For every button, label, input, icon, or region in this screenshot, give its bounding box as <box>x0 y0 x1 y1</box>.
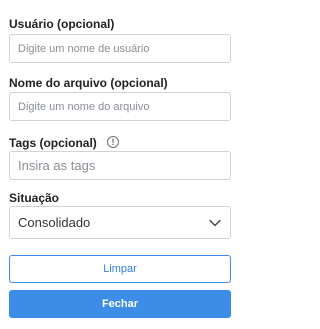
filename-label: Nome do arquivo (opcional) <box>9 76 168 90</box>
info-icon[interactable]: ! <box>107 136 119 148</box>
tags-input[interactable] <box>9 151 231 180</box>
status-select[interactable]: Consolidado <box>9 206 231 239</box>
status-label: Situação <box>9 191 60 205</box>
user-input[interactable] <box>9 34 231 63</box>
user-label: Usuário (opcional) <box>9 17 115 31</box>
status-value: Consolidado <box>18 215 91 230</box>
clear-button[interactable]: Limpar <box>9 255 231 283</box>
filename-input[interactable] <box>9 92 231 121</box>
tags-label: Tags (opcional) <box>9 136 97 150</box>
chevron-down-icon <box>209 219 221 226</box>
close-button[interactable]: Fechar <box>9 290 231 318</box>
